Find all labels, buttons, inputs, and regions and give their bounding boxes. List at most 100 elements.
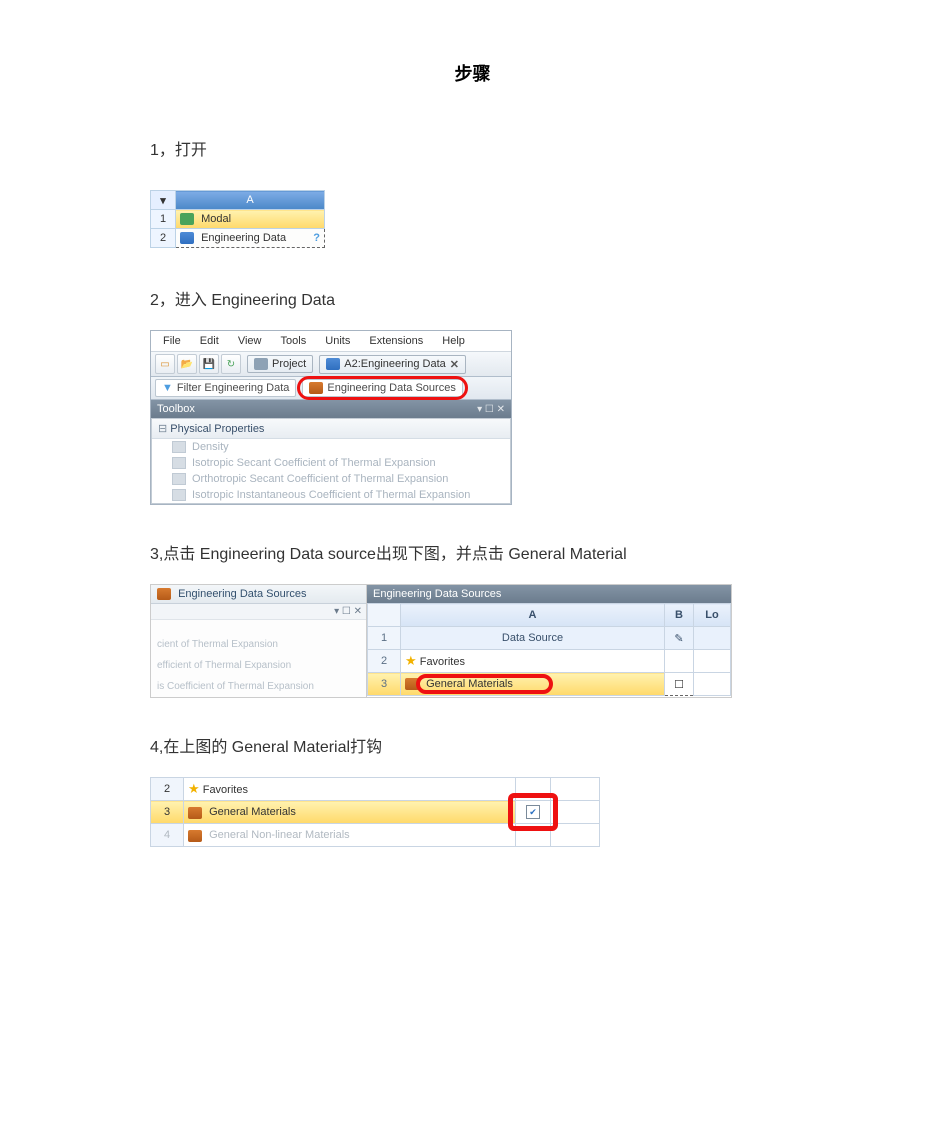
menu-extensions[interactable]: Extensions xyxy=(361,333,431,349)
corner-cell xyxy=(368,604,401,627)
cell-label: General Materials xyxy=(209,806,296,818)
tree-item[interactable]: Orthotropic Secant Coefficient of Therma… xyxy=(152,471,510,487)
books-icon xyxy=(188,830,202,842)
cell-label: Favorites xyxy=(203,784,248,796)
menu-units[interactable]: Units xyxy=(317,333,358,349)
toolbox-panel-body: Physical Properties Density Isotropic Se… xyxy=(151,418,511,504)
books-icon xyxy=(188,807,202,819)
data-source-general-materials[interactable]: General Materials xyxy=(401,673,665,696)
location-cell xyxy=(694,673,731,696)
annotation-highlight: General Materials xyxy=(426,678,513,690)
right-pane-title: Engineering Data Sources xyxy=(367,585,731,603)
screenshot-general-materials-check: 2 ★ Favorites 3 General Materials ✔ xyxy=(150,777,600,847)
toolbar: ▭ 📂 💾 ↻ Project A2:Engineering Data ✕ xyxy=(151,352,511,377)
faded-text: is Coefficient of Thermal Expansion xyxy=(151,676,366,697)
save-button[interactable]: 💾 xyxy=(199,354,219,374)
data-source-favorites[interactable]: ★ Favorites xyxy=(184,778,516,801)
location-cell xyxy=(551,824,600,847)
row-number: 4 xyxy=(151,824,184,847)
row-number: 3 xyxy=(368,673,401,696)
subheader-location xyxy=(694,627,731,650)
column-header-a: A xyxy=(176,191,325,210)
subheader-edit-icon: ✎ xyxy=(665,627,694,650)
data-source-general-nonlinear[interactable]: General Non-linear Materials xyxy=(184,824,516,847)
cell-modal[interactable]: Modal xyxy=(176,210,325,229)
open-button[interactable]: 📂 xyxy=(177,354,197,374)
screenshot-data-sources: Engineering Data Sources ▾ ☐ ✕ cient of … xyxy=(150,584,732,698)
cell-label: General Non-linear Materials xyxy=(209,829,350,841)
refresh-needed-icon: ? xyxy=(313,232,320,244)
annotation-highlight xyxy=(508,793,558,831)
close-tab-icon[interactable]: ✕ xyxy=(450,358,459,371)
subheader-data-source: Data Source xyxy=(401,627,665,650)
menu-tools[interactable]: Tools xyxy=(273,333,315,349)
tree-item[interactable]: Isotropic Secant Coefficient of Thermal … xyxy=(152,455,510,471)
left-pane-header: Engineering Data Sources xyxy=(151,585,366,604)
screenshot-engineering-data-window: File Edit View Tools Units Extensions He… xyxy=(150,330,512,505)
new-button[interactable]: ▭ xyxy=(155,354,175,374)
tab-label: Project xyxy=(272,358,306,370)
menu-view[interactable]: View xyxy=(230,333,270,349)
checkbox-cell[interactable] xyxy=(665,650,694,673)
book-icon xyxy=(326,358,340,370)
checkbox-cell[interactable]: ☐ xyxy=(665,673,694,696)
chip-label: Engineering Data Sources xyxy=(327,382,455,394)
filter-engineering-data-button[interactable]: ▼ Filter Engineering Data xyxy=(155,379,296,397)
tree-item[interactable]: Isotropic Instantaneous Coefficient of T… xyxy=(152,487,510,503)
star-icon: ★ xyxy=(405,653,417,668)
corner-dropdown-icon: ▾ xyxy=(151,191,176,210)
toolbox-panel-header: Toolbox ▾ ☐ ✕ xyxy=(151,400,511,418)
menu-file[interactable]: File xyxy=(155,333,189,349)
tab-project[interactable]: Project xyxy=(247,355,313,373)
step-2-heading: 2，进入 Engineering Data xyxy=(150,286,795,310)
tab-label: A2:Engineering Data xyxy=(344,358,446,370)
location-cell xyxy=(694,650,731,673)
chip-label: Filter Engineering Data xyxy=(177,382,290,394)
step-1-heading: 1，打开 xyxy=(150,136,795,160)
tree-group-physical-properties[interactable]: Physical Properties xyxy=(152,419,510,439)
books-icon xyxy=(157,588,171,600)
book-icon xyxy=(180,232,194,244)
filter-icon: ▼ xyxy=(162,382,173,394)
panel-title: Toolbox xyxy=(157,403,195,415)
cell-label: Engineering Data xyxy=(201,232,286,244)
header-label: Engineering Data Sources xyxy=(178,588,306,600)
tree-item[interactable]: Density xyxy=(152,439,510,455)
doc-title: 步骤 xyxy=(150,60,795,86)
tab-a2-engineering-data[interactable]: A2:Engineering Data ✕ xyxy=(319,355,466,374)
row-number: 2 xyxy=(151,229,176,248)
faded-text: efficient of Thermal Expansion xyxy=(151,655,366,676)
screenshot-project-schematic: ▾ A 1 Modal 2 Engineering Data ? xyxy=(150,190,325,248)
column-header-b: B xyxy=(665,604,694,627)
left-pane-controls[interactable]: ▾ ☐ ✕ xyxy=(151,604,366,620)
panel-controls[interactable]: ▾ ☐ ✕ xyxy=(477,404,505,415)
column-header-c: Lo xyxy=(694,604,731,627)
refresh-button[interactable]: ↻ xyxy=(221,354,241,374)
subtoolbar: ▼ Filter Engineering Data Engineering Da… xyxy=(151,377,511,400)
modal-icon xyxy=(180,213,194,225)
checkbox-cell[interactable]: ✔ xyxy=(516,801,551,824)
row-number: 3 xyxy=(151,801,184,824)
column-header-a: A xyxy=(401,604,665,627)
cell-engineering-data[interactable]: Engineering Data ? xyxy=(176,229,325,248)
cell-label: Favorites xyxy=(420,656,465,668)
project-icon xyxy=(254,358,268,370)
books-icon xyxy=(309,382,323,394)
cell-label: General Materials xyxy=(426,678,513,690)
cell-label: Modal xyxy=(201,213,231,225)
row-number: 1 xyxy=(151,210,176,229)
data-source-general-materials[interactable]: General Materials xyxy=(184,801,516,824)
menubar: File Edit View Tools Units Extensions He… xyxy=(151,331,511,352)
menu-edit[interactable]: Edit xyxy=(192,333,227,349)
row-number: 2 xyxy=(151,778,184,801)
menu-help[interactable]: Help xyxy=(434,333,473,349)
data-source-favorites[interactable]: ★ Favorites xyxy=(401,650,665,673)
step-4-heading: 4,在上图的 General Material打钩 xyxy=(150,733,795,757)
step-3-heading: 3,点击 Engineering Data source出现下图，并点击 Gen… xyxy=(150,540,795,564)
row-number: 2 xyxy=(368,650,401,673)
engineering-data-sources-button[interactable]: Engineering Data Sources xyxy=(302,379,462,397)
checkbox-empty-icon: ☐ xyxy=(674,679,684,691)
faded-text: cient of Thermal Expansion xyxy=(151,634,366,655)
star-icon: ★ xyxy=(188,781,200,796)
row-number: 1 xyxy=(368,627,401,650)
